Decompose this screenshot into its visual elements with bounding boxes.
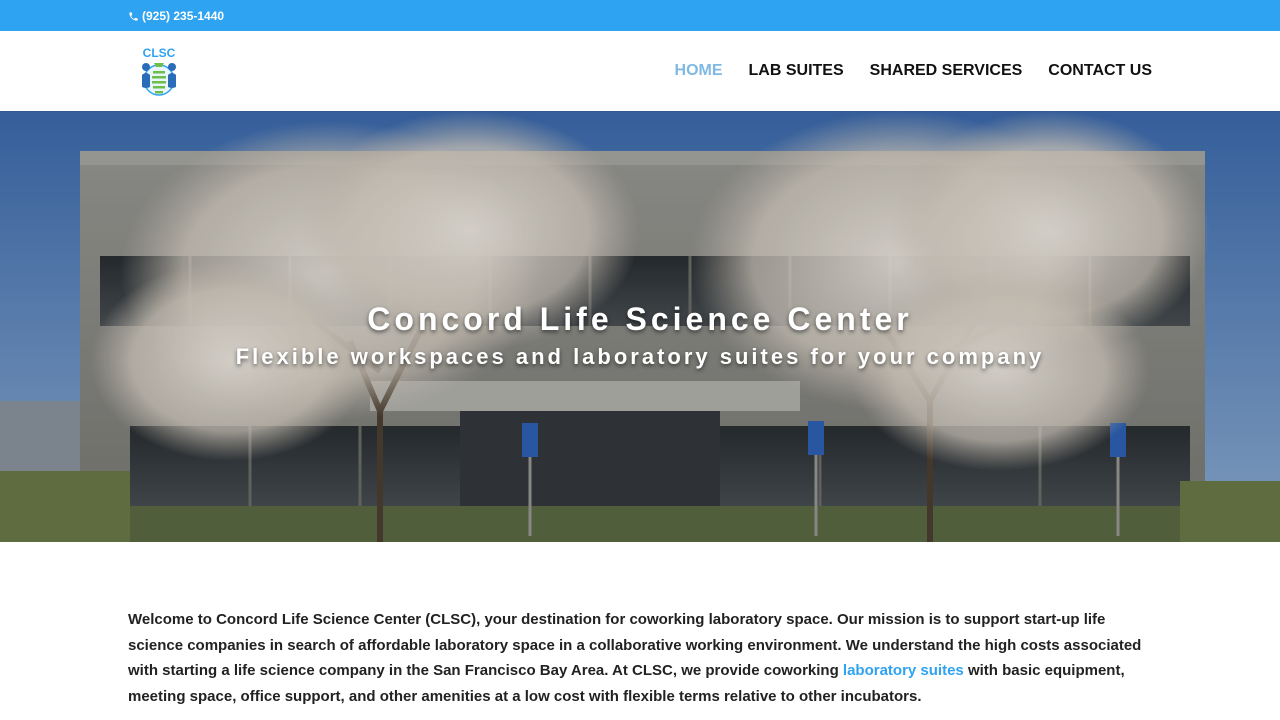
intro-paragraph: Welcome to Concord Life Science Center (… bbox=[128, 607, 1152, 709]
hero-banner: Concord Life Science Center Flexible wor… bbox=[0, 111, 1280, 542]
logo-graphic: CLSC bbox=[142, 46, 176, 96]
logo-text: CLSC bbox=[143, 46, 176, 60]
site-logo[interactable]: CLSC bbox=[134, 45, 184, 99]
nav-home[interactable]: HOME bbox=[675, 62, 723, 80]
nav-contact-us[interactable]: CONTACT US bbox=[1048, 62, 1152, 80]
hero-subtitle: Flexible workspaces and laboratory suite… bbox=[235, 344, 1045, 369]
main-navigation: HOME LAB SUITES SHARED SERVICES CONTACT … bbox=[675, 31, 1152, 111]
nav-lab-suites[interactable]: LAB SUITES bbox=[749, 62, 844, 80]
phone-contact[interactable]: (925) 235-1440 bbox=[128, 8, 224, 24]
phone-number: (925) 235-1440 bbox=[142, 9, 225, 23]
phone-icon bbox=[128, 11, 139, 22]
site-header: CLSC HOME LAB SUITES SHARED SERVICES CON… bbox=[0, 31, 1280, 111]
nav-shared-services[interactable]: SHARED SERVICES bbox=[870, 62, 1023, 80]
laboratory-suites-link[interactable]: laboratory suites bbox=[843, 662, 964, 679]
top-bar: (925) 235-1440 bbox=[0, 0, 1280, 31]
hero-title: Concord Life Science Center bbox=[367, 301, 913, 337]
